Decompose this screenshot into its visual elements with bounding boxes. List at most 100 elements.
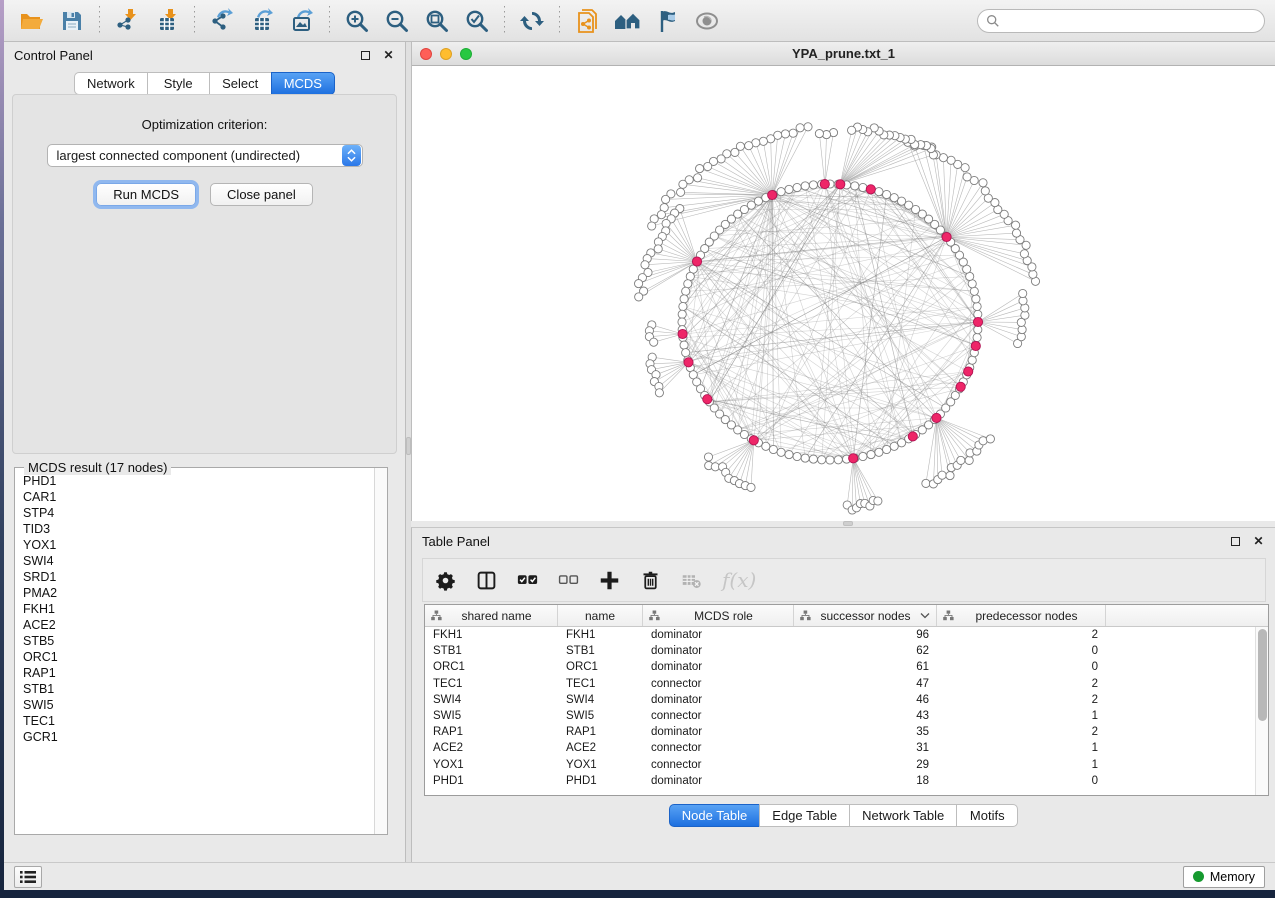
zoom-fit-button[interactable] [419, 4, 455, 38]
table-row[interactable]: FKH1FKH1dominator962 [425, 627, 1255, 643]
graphics-details-button[interactable] [649, 4, 685, 38]
minimize-window-icon[interactable] [440, 48, 452, 60]
result-node-item[interactable]: PHD1 [23, 473, 374, 489]
result-node-item[interactable]: PMA2 [23, 585, 374, 601]
tab-select[interactable]: Select [209, 72, 271, 95]
network-overview-button[interactable] [609, 4, 645, 38]
zoom-out-button[interactable] [379, 4, 415, 38]
table-row[interactable]: SWI4SWI4dominator462 [425, 692, 1255, 708]
show-columns-button[interactable] [476, 565, 497, 595]
task-history-button[interactable] [14, 866, 42, 888]
delete-table-button [681, 565, 702, 595]
result-list-scrollbar[interactable] [374, 468, 387, 834]
birdseye-view-button[interactable] [689, 4, 725, 38]
select-all-rows-button[interactable] [517, 565, 538, 595]
column-header-MCDS-role[interactable]: MCDS role [643, 605, 794, 626]
close-panel-action-button[interactable]: Close panel [210, 183, 313, 206]
deselect-all-rows-button[interactable] [558, 565, 579, 595]
toolbar-separator [194, 6, 195, 36]
column-label: shared name [442, 609, 551, 623]
export-image-button[interactable] [284, 4, 320, 38]
result-node-item[interactable]: YOX1 [23, 537, 374, 553]
cell-name: SWI4 [558, 694, 643, 706]
tab-node-table[interactable]: Node Table [669, 804, 760, 827]
result-node-item[interactable]: STB5 [23, 633, 374, 649]
tab-mcds[interactable]: MCDS [271, 72, 335, 95]
result-node-item[interactable]: TEC1 [23, 713, 374, 729]
cell-predecessor-nodes: 1 [937, 742, 1106, 754]
table-row[interactable]: STB1STB1dominator620 [425, 643, 1255, 659]
search-box[interactable] [977, 9, 1265, 33]
float-table-panel-button[interactable] [1229, 535, 1242, 548]
export-network-button[interactable] [204, 4, 240, 38]
close-panel-button[interactable]: ✕ [382, 49, 395, 62]
cell-MCDS-role: connector [643, 678, 794, 690]
attribute-icon [649, 610, 660, 621]
close-window-icon[interactable] [420, 48, 432, 60]
tab-network-table[interactable]: Network Table [849, 804, 956, 827]
toolbar-separator [99, 6, 100, 36]
table-row[interactable]: TEC1TEC1connector472 [425, 676, 1255, 692]
network-canvas[interactable] [412, 66, 1275, 520]
import-table-button[interactable] [149, 4, 185, 38]
save-session-button[interactable] [54, 4, 90, 38]
cell-successor-nodes: 43 [794, 710, 937, 722]
result-node-item[interactable]: SRD1 [23, 569, 374, 585]
table-row[interactable]: PHD1PHD1dominator180 [425, 773, 1255, 789]
tab-style[interactable]: Style [147, 72, 209, 95]
result-node-item[interactable]: TID3 [23, 521, 374, 537]
result-node-item[interactable]: FKH1 [23, 601, 374, 617]
network-titlebar[interactable]: YPA_prune.txt_1 [412, 42, 1275, 66]
settings-gear-button[interactable] [435, 565, 456, 595]
cell-shared-name: SWI5 [425, 710, 558, 722]
table-row[interactable]: SWI5SWI5connector431 [425, 708, 1255, 724]
horizontal-splitter-handle[interactable] [843, 521, 853, 526]
result-node-item[interactable]: ACE2 [23, 617, 374, 633]
export-table-button[interactable] [244, 4, 280, 38]
result-node-item[interactable]: SWI5 [23, 697, 374, 713]
tab-motifs[interactable]: Motifs [956, 804, 1018, 827]
result-node-item[interactable]: STP4 [23, 505, 374, 521]
result-node-item[interactable]: GCR1 [23, 729, 374, 745]
result-node-item[interactable]: STB1 [23, 681, 374, 697]
mcds-result-list[interactable]: PHD1CAR1STP4TID3YOX1SWI4SRD1PMA2FKH1ACE2… [15, 468, 374, 834]
table-row[interactable]: ACE2ACE2connector311 [425, 740, 1255, 756]
table-scrollbar-thumb[interactable] [1258, 629, 1267, 721]
open-session-button[interactable] [14, 4, 50, 38]
column-header-predecessor-nodes[interactable]: predecessor nodes [937, 605, 1106, 626]
add-column-button[interactable] [599, 565, 620, 595]
close-table-panel-button[interactable]: ✕ [1252, 535, 1265, 548]
maximize-window-icon[interactable] [460, 48, 472, 60]
search-input[interactable] [1005, 14, 1256, 28]
column-header-successor-nodes[interactable]: successor nodes [794, 605, 937, 626]
result-node-item[interactable]: CAR1 [23, 489, 374, 505]
tab-edge-table[interactable]: Edge Table [759, 804, 849, 827]
column-header-shared-name[interactable]: shared name [425, 605, 558, 626]
zoom-in-icon [344, 8, 370, 34]
table-row[interactable]: RAP1RAP1dominator352 [425, 724, 1255, 740]
table-scrollbar[interactable] [1255, 627, 1268, 795]
import-network-button[interactable] [109, 4, 145, 38]
delete-column-button[interactable] [640, 565, 661, 595]
criterion-dropdown[interactable]: largest connected component (undirected) [47, 144, 363, 167]
zoom-in-button[interactable] [339, 4, 375, 38]
column-header-name[interactable]: name [558, 605, 643, 626]
result-node-item[interactable]: SWI4 [23, 553, 374, 569]
cell-successor-nodes: 61 [794, 661, 937, 673]
share-document-button[interactable] [569, 4, 605, 38]
status-bar: Memory [4, 862, 1275, 890]
tab-network[interactable]: Network [74, 72, 147, 95]
table-row[interactable]: ORC1ORC1dominator610 [425, 659, 1255, 675]
float-panel-button[interactable] [359, 49, 372, 62]
refresh-view-button[interactable] [514, 4, 550, 38]
zoom-selected-button[interactable] [459, 4, 495, 38]
result-node-item[interactable]: RAP1 [23, 665, 374, 681]
memory-button[interactable]: Memory [1183, 866, 1265, 888]
table-toolbar: f(x) [422, 558, 1266, 602]
export-table-icon [249, 8, 275, 34]
cell-name: ACE2 [558, 742, 643, 754]
table-row[interactable]: YOX1YOX1connector291 [425, 757, 1255, 773]
run-mcds-button[interactable]: Run MCDS [96, 183, 196, 206]
network-graph[interactable] [412, 66, 1275, 520]
result-node-item[interactable]: ORC1 [23, 649, 374, 665]
